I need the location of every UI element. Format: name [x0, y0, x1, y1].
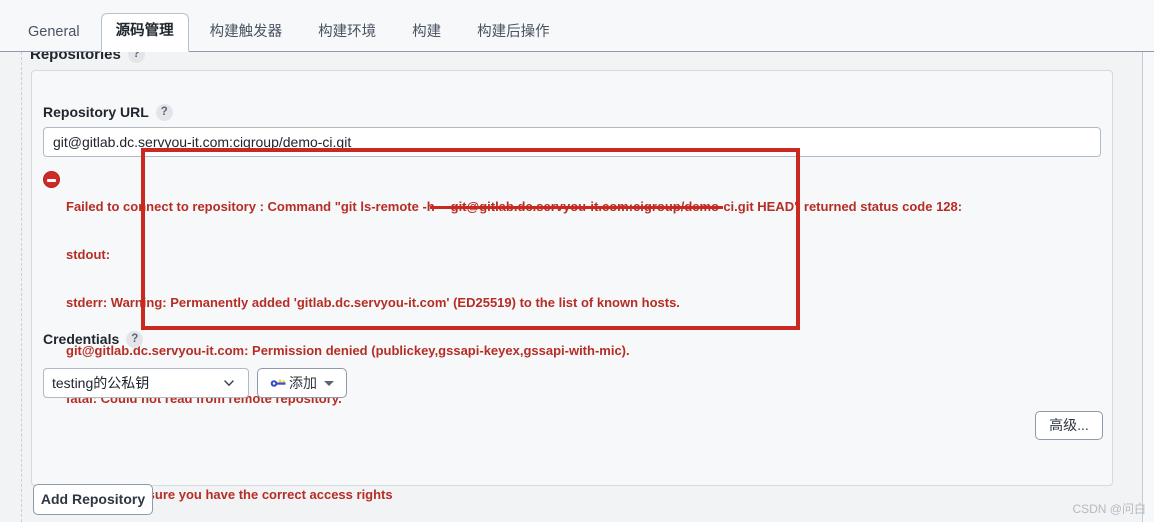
- repository-url-label: Repository URL?: [43, 104, 173, 121]
- error-line-4: git@gitlab.dc.servyou-it.com: Permission…: [66, 343, 630, 358]
- credentials-label-text: Credentials: [43, 331, 120, 347]
- tab-build-triggers[interactable]: 构建触发器: [195, 14, 298, 51]
- credentials-select[interactable]: testing的公私钥 - 无 -: [43, 368, 249, 398]
- tab-bar: General 源码管理 构建触发器 构建环境 构建 构建后操作: [0, 0, 1154, 52]
- help-icon-credentials[interactable]: ?: [126, 331, 144, 348]
- error-line-3: stderr: Warning: Permanently added 'gitl…: [66, 295, 680, 310]
- help-icon-repositories[interactable]: ?: [127, 52, 145, 63]
- key-icon: [270, 377, 287, 389]
- add-credentials-button[interactable]: 添加: [257, 368, 347, 398]
- tab-list: General 源码管理 构建触发器 构建环境 构建 构建后操作: [10, 7, 568, 52]
- repository-card: Repository URL? Failed to connect to rep…: [31, 70, 1113, 502]
- page-body: Repositories? Repository URL? Failed to …: [0, 52, 1154, 522]
- tab-build-environment[interactable]: 构建环境: [303, 14, 391, 51]
- error-circle-icon: [43, 171, 60, 188]
- form-guide-rule: [21, 52, 22, 522]
- tab-source-code-management[interactable]: 源码管理: [100, 13, 189, 52]
- caret-down-icon: [324, 380, 334, 386]
- repository-url-input[interactable]: [43, 127, 1101, 157]
- help-icon-repository-url[interactable]: ?: [155, 104, 173, 121]
- error-line-7: Please make sure you have the correct ac…: [66, 487, 393, 502]
- error-line-1: Failed to connect to repository : Comman…: [66, 199, 963, 214]
- error-message-text: Failed to connect to repository : Comman…: [66, 167, 962, 522]
- error-line-2: stdout:: [66, 247, 111, 262]
- watermark: CSDN @问白: [1072, 502, 1146, 516]
- error-line-6: [66, 439, 962, 455]
- tab-post-build-actions[interactable]: 构建后操作: [462, 14, 565, 51]
- credentials-label: Credentials?: [43, 331, 144, 348]
- section-title-label: Repositories: [30, 52, 121, 63]
- advanced-button[interactable]: 高级...: [1035, 411, 1103, 440]
- add-repository-button[interactable]: Add Repository: [33, 484, 153, 515]
- vertical-scrollbar[interactable]: [1143, 52, 1154, 522]
- repository-url-label-text: Repository URL: [43, 104, 149, 120]
- tab-build[interactable]: 构建: [397, 14, 456, 51]
- section-title-repositories: Repositories?: [30, 52, 145, 63]
- add-credentials-label: 添加: [289, 375, 317, 391]
- configuration-form: Repositories? Repository URL? Failed to …: [0, 52, 1143, 522]
- tab-general[interactable]: General: [13, 14, 95, 51]
